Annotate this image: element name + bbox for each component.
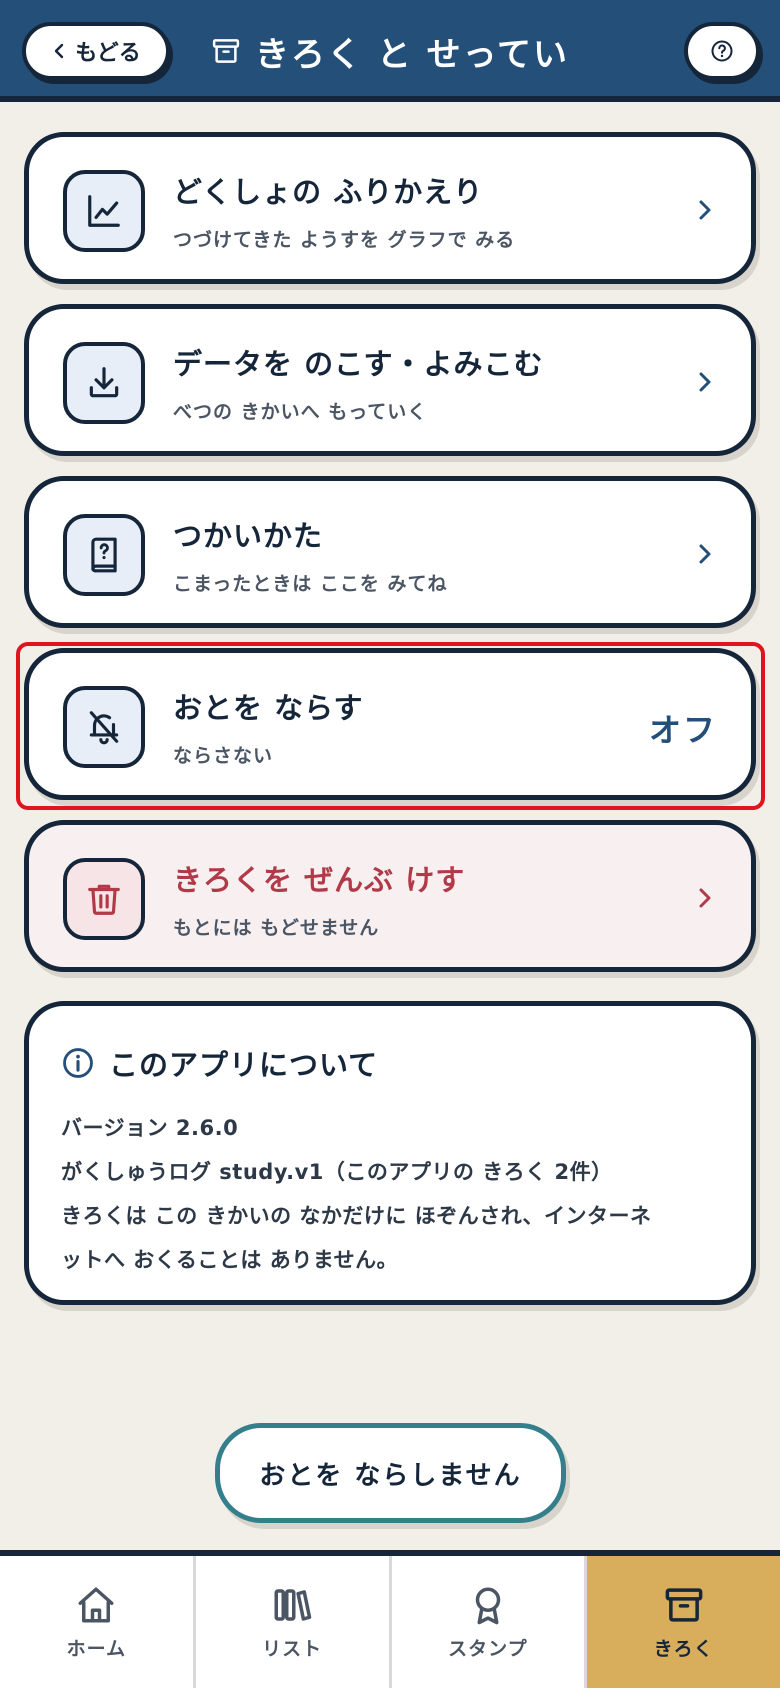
about-card: このアプリについて バージョン 2.6.0 がくしゅうログ study.v1（こ… xyxy=(24,1001,756,1305)
menu-icon-box xyxy=(63,170,145,252)
menu-card-subtitle: ならさない xyxy=(173,745,274,767)
tab-label: スタンプ xyxy=(448,1637,528,1660)
about-line-privacy-cont: ットへ おくることは ありません。 xyxy=(61,1248,399,1272)
menu-card-sound[interactable]: おとを ならす ならさない オフ xyxy=(24,648,756,800)
book-question-icon xyxy=(91,537,117,573)
award-icon xyxy=(475,1587,501,1624)
archive-box-icon xyxy=(665,1587,702,1622)
menu-card-subtitle: もとには もどせません xyxy=(173,917,380,939)
about-line-privacy: きろくは この きかいの なかだけに ほぞんされ、インターネ xyxy=(61,1204,652,1228)
tab-list[interactable]: リスト xyxy=(196,1556,392,1688)
menu-icon-box xyxy=(63,514,145,596)
chevron-right-icon xyxy=(699,888,711,908)
about-lines: バージョン 2.6.0 がくしゅうログ study.v1（このアプリの きろく … xyxy=(61,1106,731,1282)
menu-icon-box xyxy=(63,858,145,940)
download-icon xyxy=(89,367,119,398)
bottom-tab-bar: ホーム リスト スタンプ きろく xyxy=(0,1550,780,1688)
tab-label: リスト xyxy=(262,1637,323,1660)
about-title: このアプリについて xyxy=(61,1042,378,1084)
chevron-right-icon xyxy=(699,544,711,564)
menu-card-title: データを のこす・よみこむ xyxy=(173,347,544,381)
chart-line-icon xyxy=(88,195,120,227)
app-header: もどる きろく と せってい xyxy=(0,0,780,102)
menu-icon-box xyxy=(63,686,145,768)
bell-off-icon xyxy=(89,711,119,745)
question-circle-icon xyxy=(711,40,733,62)
tab-home[interactable]: ホーム xyxy=(0,1556,196,1688)
help-button[interactable] xyxy=(684,22,760,80)
tab-stamp[interactable]: スタンプ xyxy=(392,1556,588,1688)
archive-box-icon xyxy=(212,39,240,63)
page-title: きろく と せってい xyxy=(0,26,780,76)
about-title-text: このアプリについて xyxy=(109,1048,379,1082)
menu-card-subtitle: こまったときは ここを みてね xyxy=(173,573,448,595)
info-icon xyxy=(63,1048,93,1078)
books-icon xyxy=(274,1588,312,1621)
about-line-version: バージョン 2.6.0 xyxy=(61,1116,239,1140)
tab-label: ホーム xyxy=(66,1637,127,1660)
page-title-text: きろく と せってい xyxy=(255,34,569,75)
about-line-storage: がくしゅうログ study.v1（このアプリの きろく 2件） xyxy=(61,1160,613,1184)
tab-label: きろく xyxy=(653,1637,714,1660)
menu-card-title: つかいかた xyxy=(173,519,324,553)
menu-card-delete[interactable]: きろくを ぜんぶ けす もとには もどせません xyxy=(24,820,756,972)
mute-button[interactable]: おとを ならしません xyxy=(215,1423,566,1523)
menu-card-data[interactable]: データを のこす・よみこむ べつの きかいへ もっていく xyxy=(24,304,756,456)
home-icon xyxy=(78,1587,114,1622)
trash-icon xyxy=(88,884,120,915)
chevron-right-icon xyxy=(699,372,711,392)
sound-toggle-value[interactable]: オフ xyxy=(649,705,717,751)
menu-card-title: どくしょの ふりかえり xyxy=(173,175,484,209)
menu-card-howto[interactable]: つかいかた こまったときは ここを みてね xyxy=(24,476,756,628)
menu-card-title: おとを ならす xyxy=(173,691,364,725)
menu-card-title: きろくを ぜんぶ けす xyxy=(173,863,466,897)
menu-icon-box xyxy=(63,342,145,424)
tab-records[interactable]: きろく xyxy=(587,1556,780,1688)
menu-card-review[interactable]: どくしょの ふりかえり つづけてきた ようすを グラフで みる xyxy=(24,132,756,284)
chevron-right-icon xyxy=(699,200,711,220)
menu-card-subtitle: べつの きかいへ もっていく xyxy=(173,401,428,423)
menu-card-subtitle: つづけてきた ようすを グラフで みる xyxy=(173,229,516,251)
